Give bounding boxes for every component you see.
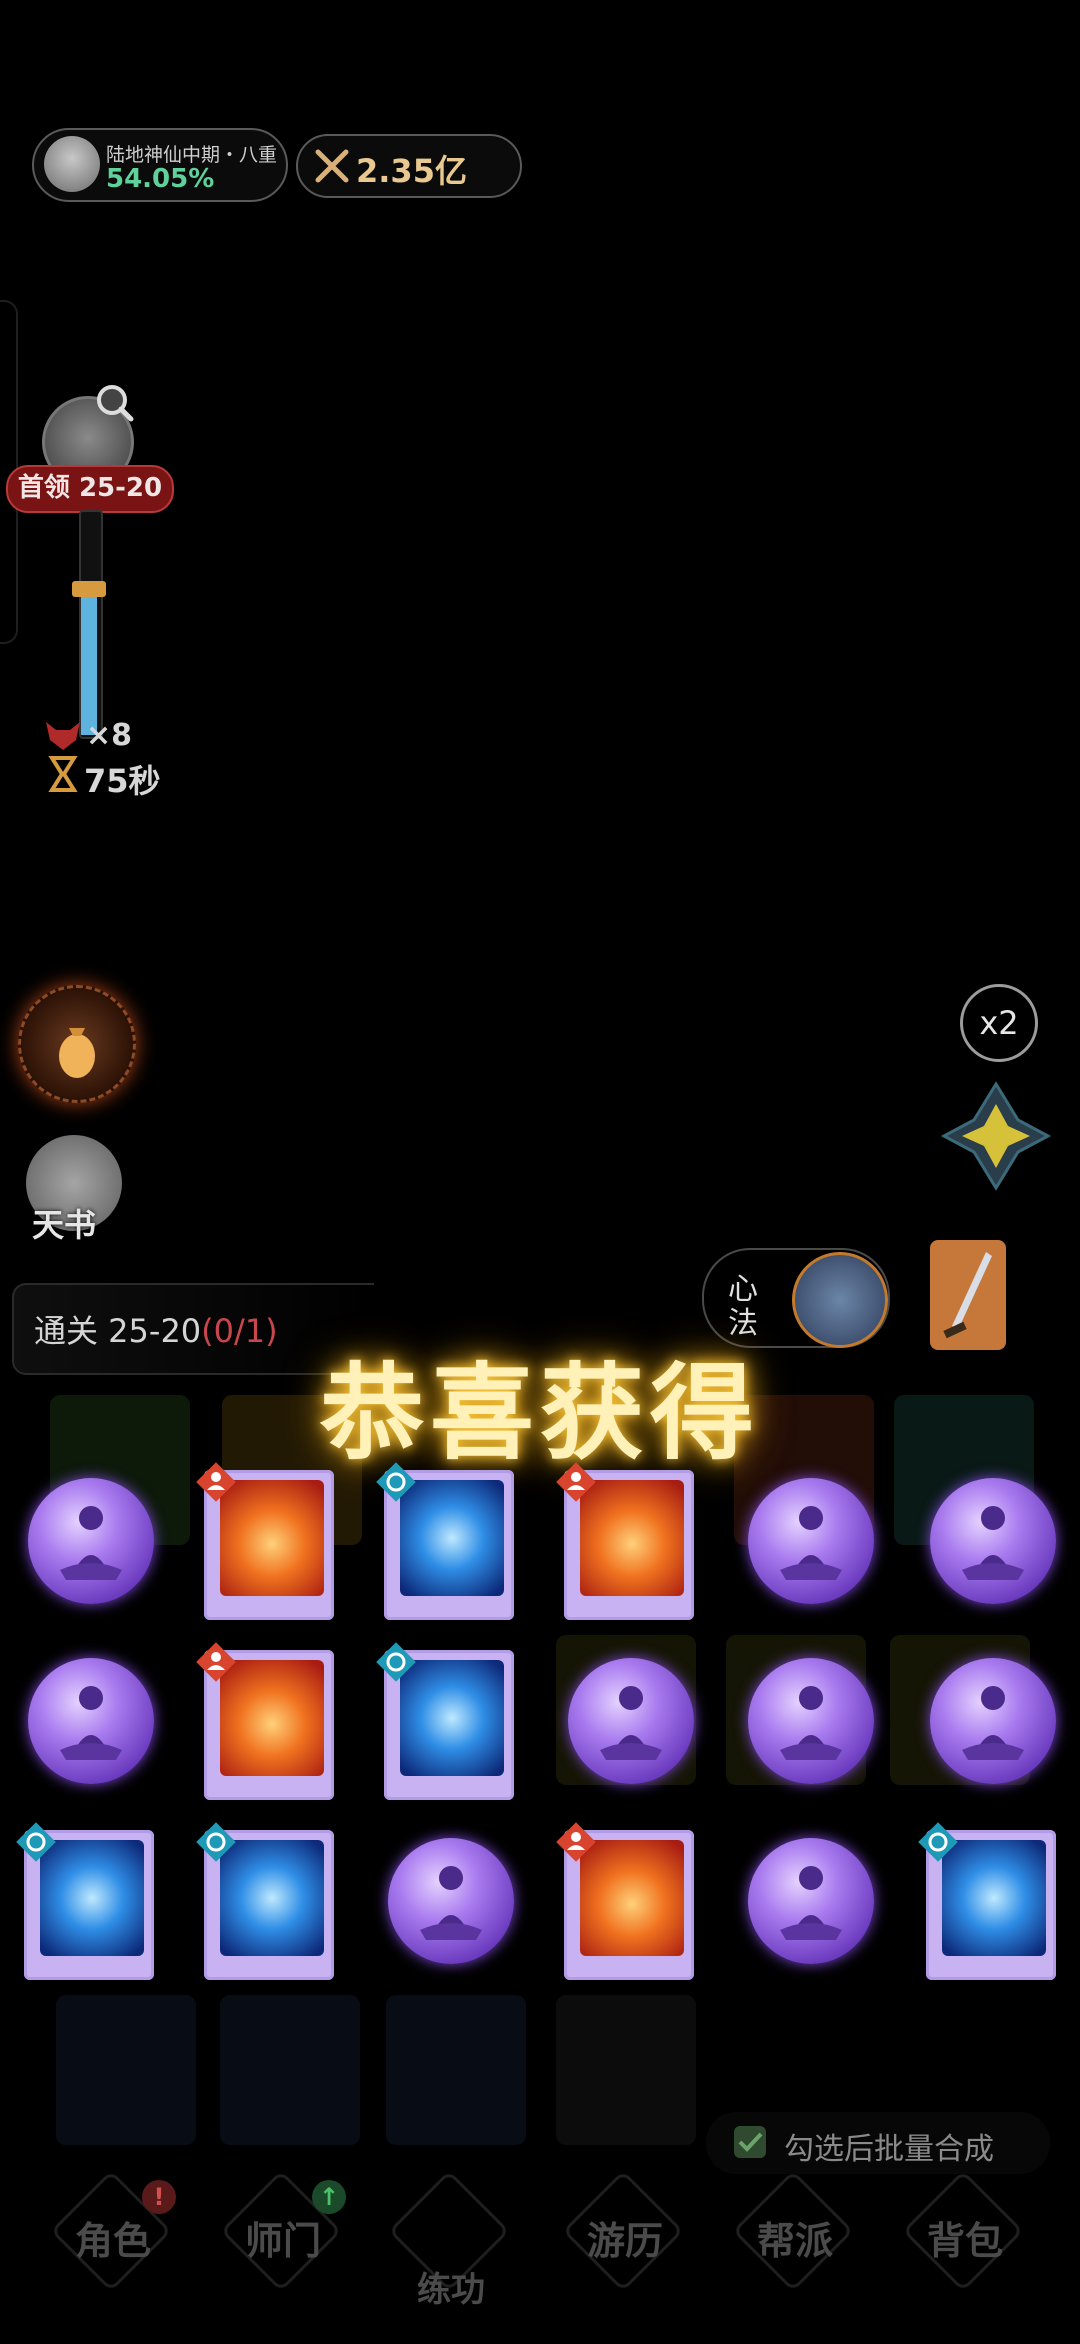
background-card	[220, 1995, 360, 2145]
boss-stage-label: 首领 25-20	[6, 465, 174, 513]
power-pill[interactable]: 2.35亿	[296, 134, 522, 198]
reward-skill-book[interactable]	[556, 1462, 698, 1620]
reward-orb[interactable]	[384, 1830, 518, 1980]
batch-merge-checkbox[interactable]	[734, 2126, 766, 2158]
person-tag-icon	[196, 1462, 236, 1502]
reward-orb[interactable]	[564, 1650, 698, 1800]
spirit-orb	[930, 1478, 1056, 1604]
reward-orb[interactable]	[926, 1470, 1060, 1620]
meditating-figure-icon	[780, 1506, 842, 1580]
swirl-tag-icon	[376, 1642, 416, 1682]
spirit-orb	[748, 1658, 874, 1784]
background-card	[386, 1995, 526, 2145]
meditating-figure-icon	[600, 1686, 662, 1760]
meditating-figure-icon	[962, 1506, 1024, 1580]
power-value: 2.35亿	[356, 152, 467, 190]
nav-guild[interactable]: 帮派	[720, 2170, 870, 2302]
nav-training[interactable]: 练功	[376, 2170, 526, 2310]
meditating-figure-icon	[60, 1506, 122, 1580]
realm-title: 陆地神仙中期・八重	[106, 144, 278, 166]
swirl-tag-icon	[196, 1822, 236, 1862]
hexagram-star-icon[interactable]	[940, 1080, 1052, 1192]
person-tag-icon	[556, 1462, 596, 1502]
realm-pill[interactable]: 陆地神仙中期・八重 54.05%	[32, 128, 288, 202]
reward-orb[interactable]	[744, 1650, 878, 1800]
alert-badge-icon: !	[142, 2180, 176, 2214]
realm-percent: 54.05%	[106, 164, 215, 194]
nav-backpack[interactable]: 背包	[890, 2170, 1040, 2302]
reward-skill-book[interactable]	[556, 1822, 698, 1980]
reward-skill-book[interactable]	[918, 1822, 1060, 1980]
realm-avatar	[44, 136, 100, 192]
swirl-tag-icon	[376, 1462, 416, 1502]
treasure-bag-button[interactable]	[18, 985, 136, 1103]
reward-skill-book[interactable]	[376, 1642, 518, 1800]
swirl-tag-icon	[16, 1822, 56, 1862]
reward-skill-book[interactable]	[196, 1822, 338, 1980]
reward-orb[interactable]	[24, 1470, 158, 1620]
reward-skill-book[interactable]	[196, 1642, 338, 1800]
checkmark-icon	[738, 2132, 763, 2152]
nav-travel[interactable]: 游历	[550, 2170, 700, 2302]
meditating-figure-icon	[780, 1686, 842, 1760]
reward-orb[interactable]	[744, 1470, 878, 1620]
hourglass-icon	[48, 756, 78, 792]
demon-mask-icon	[46, 722, 80, 750]
nav-character[interactable]: 角色!	[38, 2170, 188, 2302]
spirit-orb	[568, 1658, 694, 1784]
reward-orb[interactable]	[744, 1830, 878, 1980]
speed-x2-button[interactable]: x2	[960, 984, 1038, 1062]
nav-label: 角色	[74, 2219, 151, 2263]
search-icon[interactable]	[92, 380, 136, 424]
meditating-figure-icon	[60, 1686, 122, 1760]
person-tag-icon	[196, 1642, 236, 1682]
spirit-orb	[748, 1478, 874, 1604]
congrats-banner: 恭喜获得	[319, 1352, 760, 1474]
meditating-figure-icon	[780, 1866, 842, 1940]
nav-label: 师门	[244, 2219, 321, 2263]
meditating-figure-icon	[420, 1866, 482, 1940]
skybook-label: 天书	[32, 1206, 97, 1244]
swirl-tag-icon	[918, 1822, 958, 1862]
spirit-orb	[28, 1478, 154, 1604]
boss-timer: 75秒	[84, 762, 161, 800]
nav-sect[interactable]: 师门 ↑	[208, 2170, 358, 2302]
boss-progress-marker	[72, 581, 106, 597]
person-tag-icon	[556, 1822, 596, 1862]
reward-skill-book[interactable]	[376, 1462, 518, 1620]
reward-orb[interactable]	[24, 1650, 158, 1800]
reward-orb[interactable]	[926, 1650, 1060, 1800]
spirit-orb	[388, 1838, 514, 1964]
nav-label: 背包	[926, 2219, 1003, 2263]
nav-label: 练功	[417, 2270, 485, 2310]
boss-progress-fill	[81, 589, 97, 735]
enemy-count: ×8	[86, 718, 133, 753]
reward-skill-book[interactable]	[16, 1822, 158, 1980]
nav-label: 游历	[586, 2219, 663, 2263]
spirit-orb	[930, 1658, 1056, 1784]
money-bag-icon	[59, 1028, 95, 1078]
meditating-figure-icon	[962, 1686, 1024, 1760]
reward-skill-book[interactable]	[196, 1462, 338, 1620]
spirit-orb	[748, 1838, 874, 1964]
background-card	[556, 1995, 696, 2145]
spirit-orb	[28, 1658, 154, 1784]
nav-label: 帮派	[756, 2219, 833, 2263]
background-card	[56, 1995, 196, 2145]
crossed-swords-icon	[315, 149, 349, 183]
upgrade-badge-icon: ↑	[312, 2180, 346, 2214]
batch-merge-label: 勾选后批量合成	[784, 2132, 994, 2167]
